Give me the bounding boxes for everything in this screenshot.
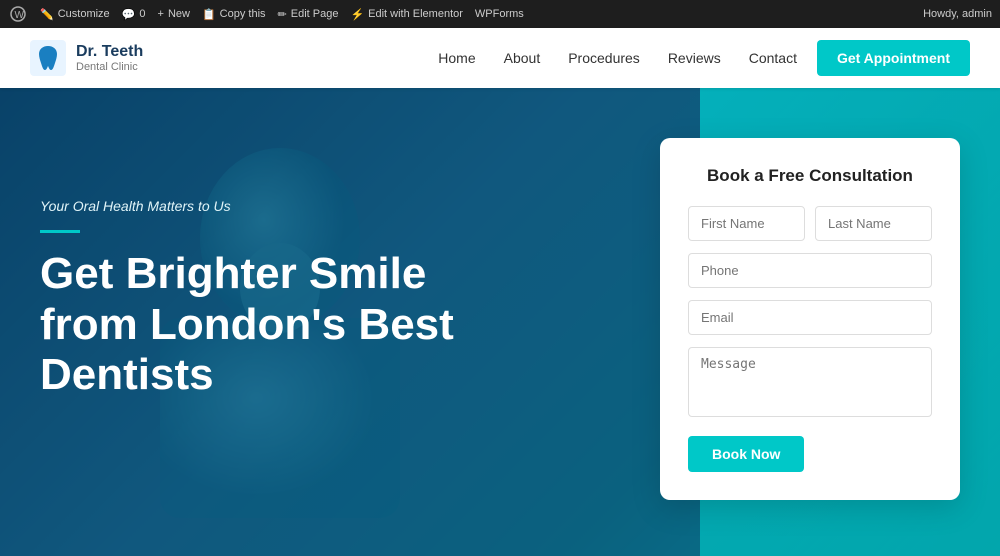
nav-reviews[interactable]: Reviews (668, 50, 721, 66)
wp-logo[interactable]: W (8, 4, 28, 24)
email-input[interactable] (688, 300, 932, 335)
phone-input[interactable] (688, 253, 932, 288)
hero-section: Your Oral Health Matters to Us Get Brigh… (0, 88, 1000, 556)
comments-button[interactable]: 💬 0 (122, 8, 146, 21)
form-email-row (688, 300, 932, 335)
message-textarea[interactable] (688, 347, 932, 417)
hero-content: Your Oral Health Matters to Us Get Brigh… (0, 88, 1000, 556)
hero-divider (40, 230, 80, 233)
main-nav: Home About Procedures Reviews Contact (438, 50, 797, 66)
form-name-row (688, 206, 932, 241)
howdy-text: Howdy, admin (923, 8, 992, 20)
new-button[interactable]: + New (158, 8, 190, 20)
copy-button[interactable]: 📋 Copy this (202, 8, 266, 21)
admin-bar: W ✏️ Customize 💬 0 + New 📋 Copy this ✏ E… (0, 0, 1000, 28)
logo[interactable]: Dr. Teeth Dental Clinic (30, 40, 143, 76)
nav-procedures[interactable]: Procedures (568, 50, 640, 66)
edit-elementor-button[interactable]: ⚡ Edit with Elementor (350, 8, 462, 21)
get-appointment-button[interactable]: Get Appointment (817, 40, 970, 76)
logo-icon (30, 40, 66, 76)
logo-text: Dr. Teeth Dental Clinic (76, 43, 143, 73)
nav-home[interactable]: Home (438, 50, 475, 66)
site-header: Dr. Teeth Dental Clinic Home About Proce… (0, 28, 1000, 88)
edit-page-button[interactable]: ✏ Edit Page (278, 8, 339, 21)
hero-tagline: Your Oral Health Matters to Us (40, 198, 640, 214)
hero-left: Your Oral Health Matters to Us Get Brigh… (40, 138, 660, 401)
first-name-input[interactable] (688, 206, 805, 241)
nav-about[interactable]: About (504, 50, 541, 66)
book-now-button[interactable]: Book Now (688, 436, 804, 472)
svg-text:W: W (15, 10, 25, 21)
consultation-form: Book a Free Consultation Book Now (660, 138, 960, 500)
last-name-input[interactable] (815, 206, 932, 241)
form-phone-row (688, 253, 932, 288)
wpforms-button[interactable]: WPForms (475, 8, 524, 20)
customize-button[interactable]: ✏️ Customize (40, 8, 110, 21)
form-title: Book a Free Consultation (688, 166, 932, 186)
nav-contact[interactable]: Contact (749, 50, 797, 66)
hero-title: Get Brighter Smile from London's Best De… (40, 249, 640, 401)
